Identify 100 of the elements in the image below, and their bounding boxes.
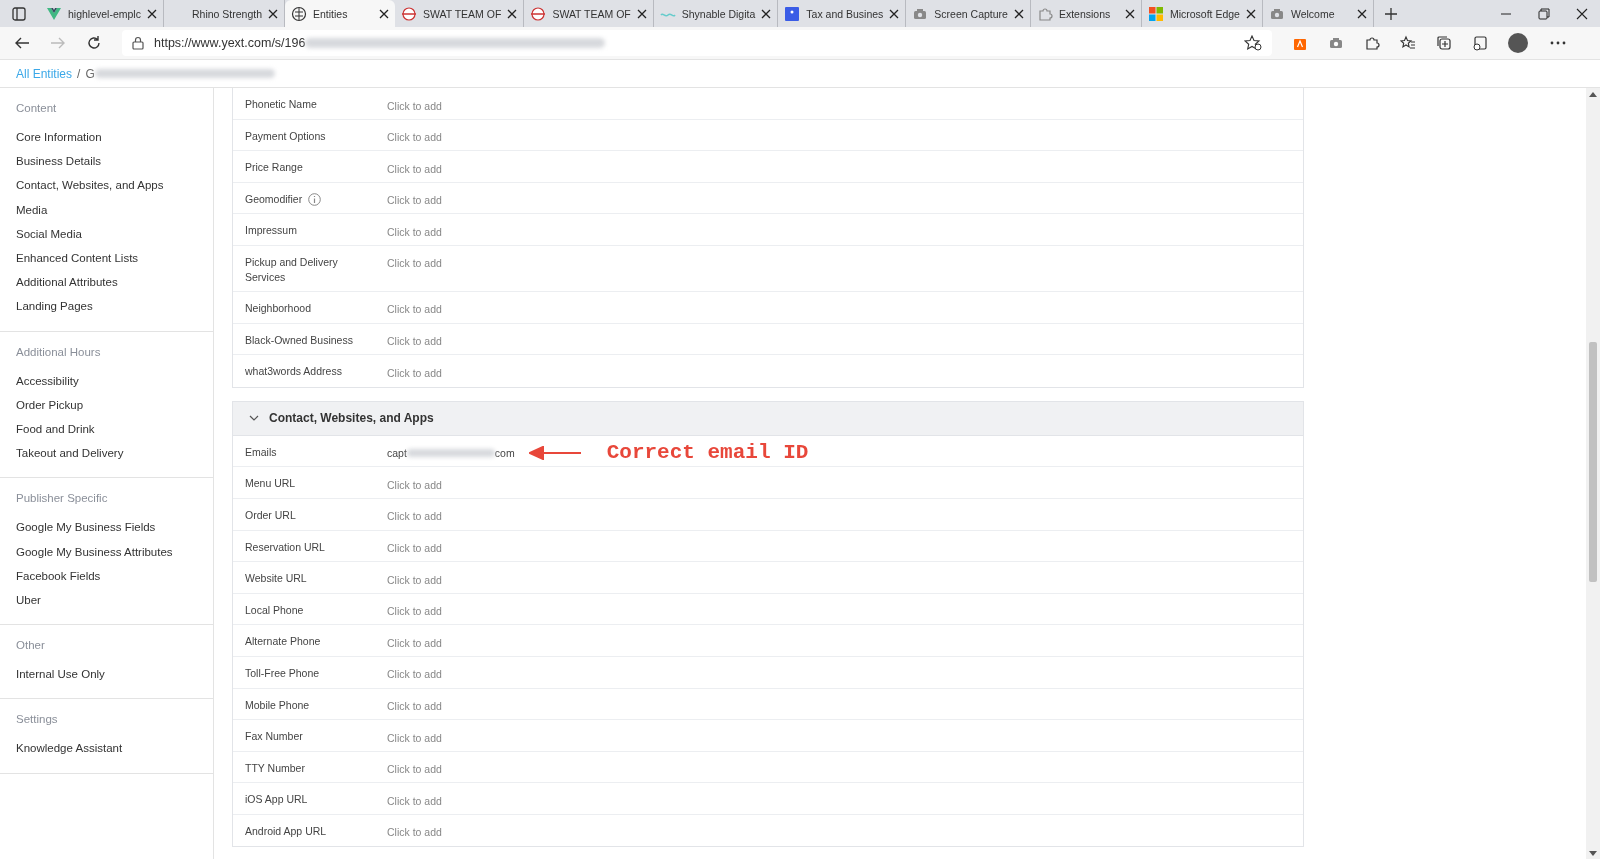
field-label: Mobile Phone <box>245 697 310 713</box>
sidebar-item[interactable]: Additional Attributes <box>16 270 213 295</box>
tab-title: Shynable Digita <box>681 7 756 20</box>
sidebar-item[interactable]: Internal Use Only <box>16 662 213 687</box>
field-value[interactable]: Click to add <box>387 700 442 712</box>
field-label: Alternate Phone <box>245 634 321 650</box>
tab-title: SWAT TEAM OF <box>423 7 502 20</box>
sidebar-item[interactable]: Google My Business Fields <box>16 515 213 540</box>
puzzle-icon[interactable] <box>1364 35 1380 51</box>
scroll-up-icon[interactable] <box>1589 92 1597 97</box>
back-icon[interactable] <box>14 35 30 51</box>
sidebar-item[interactable]: Social Media <box>16 221 213 246</box>
field-value[interactable]: Click to add <box>387 257 442 270</box>
field-value[interactable]: Click to add <box>387 99 442 112</box>
avatar[interactable] <box>1508 33 1528 53</box>
sidebar-item[interactable]: Facebook Fields <box>16 563 213 589</box>
field-value[interactable]: Click to add <box>387 605 442 618</box>
section-header[interactable]: Contact, Websites, and Apps <box>233 401 1303 436</box>
scrollbar[interactable] <box>1586 88 1600 859</box>
puzzle-icon <box>1036 5 1053 22</box>
field-value[interactable]: Click to add <box>387 162 442 175</box>
sidebar-item[interactable]: Media <box>16 197 213 222</box>
close-icon[interactable] <box>889 8 900 19</box>
field-value[interactable]: Click to add <box>387 194 442 207</box>
url-text: https://www.yext.com/s/196 <box>154 36 306 50</box>
sidebar-item[interactable]: Business Details <box>16 149 213 174</box>
favorite-add-icon[interactable] <box>1244 35 1262 51</box>
field-value[interactable]: Click to add <box>387 478 442 491</box>
field-value[interactable]: Click to add <box>387 335 442 348</box>
sidebar-item[interactable]: Order Pickup <box>16 392 213 418</box>
collections-icon[interactable] <box>1436 35 1452 51</box>
field-value[interactable]: Click to add <box>387 131 442 144</box>
new-tab-icon[interactable] <box>1383 6 1398 21</box>
tab-actions-icon[interactable] <box>12 6 26 21</box>
close-icon[interactable] <box>1245 8 1256 19</box>
field-label: Order URL <box>245 507 296 523</box>
browser-tab[interactable]: Entities <box>285 0 395 27</box>
close-icon[interactable] <box>268 8 278 19</box>
sidebar-item[interactable]: Enhanced Content Lists <box>16 246 213 271</box>
field-label: Neighborhood <box>245 300 311 316</box>
field-value[interactable]: Click to add <box>387 573 442 586</box>
scrollbar-thumb[interactable] <box>1589 342 1597 582</box>
sidebar-item[interactable]: Knowledge Assistant <box>16 736 213 761</box>
circle-logo-icon <box>530 5 547 22</box>
field-value[interactable]: com <box>494 447 515 460</box>
share-icon[interactable] <box>1472 35 1488 51</box>
tab-title: Extensions <box>1058 7 1112 20</box>
field-value[interactable]: Click to add <box>387 542 442 555</box>
sidebar-item[interactable]: Contact, Websites, and Apps <box>16 173 213 198</box>
camera-icon[interactable] <box>1328 35 1344 51</box>
sidebar-item[interactable]: Uber <box>16 588 213 613</box>
more-icon[interactable] <box>1550 41 1566 45</box>
close-icon[interactable] <box>1356 8 1367 19</box>
close-icon[interactable] <box>507 8 518 19</box>
field-label: Payment Options <box>245 128 326 144</box>
field-label: Price Range <box>245 160 303 176</box>
close-icon[interactable] <box>1124 8 1135 19</box>
field-value[interactable]: Click to add <box>387 303 442 316</box>
sidebar-item[interactable]: Food and Drink <box>16 417 213 442</box>
field-label: Toll-Free Phone <box>245 665 320 681</box>
circle-logo-icon <box>401 5 417 22</box>
tab-title: Rhino Strength <box>191 7 262 20</box>
chevron-icon <box>249 415 259 422</box>
field-label: Reservation URL <box>245 539 325 555</box>
field-value[interactable]: Click to add <box>387 225 442 238</box>
field-value[interactable]: Click to add <box>387 826 442 839</box>
scroll-down-icon[interactable] <box>1589 851 1597 856</box>
sidebar-item[interactable]: Accessibility <box>16 368 213 393</box>
field-value[interactable]: Click to add <box>387 731 442 744</box>
close-icon[interactable] <box>761 8 772 19</box>
tab-title: Microsoft Edge <box>1169 7 1240 20</box>
close-icon[interactable] <box>1576 7 1588 20</box>
field-value[interactable]: capt <box>387 447 407 460</box>
address-bar[interactable]: https://www.yext.com/s/196 <box>122 30 1272 56</box>
field-value[interactable]: Click to add <box>387 794 442 807</box>
tab-title: Welcome <box>1290 7 1336 20</box>
sidebar-item[interactable]: Google My Business Attributes <box>16 539 213 564</box>
close-icon[interactable] <box>146 8 157 19</box>
sidebar-item[interactable]: Landing Pages <box>16 294 213 319</box>
field-label: Android App URL <box>245 823 327 839</box>
sidebar-heading: Content <box>16 102 58 114</box>
field-label: TTY Number <box>245 760 305 776</box>
field-label: what3words Address <box>245 364 342 380</box>
info-icon[interactable] <box>308 192 322 206</box>
close-icon[interactable] <box>379 8 389 19</box>
restore-icon[interactable] <box>1538 7 1550 20</box>
favorites-icon[interactable] <box>1400 35 1416 51</box>
field-value[interactable]: Click to add <box>387 763 442 776</box>
app-icon <box>784 5 801 22</box>
field-value[interactable]: Click to add <box>387 366 442 379</box>
field-value[interactable]: Click to add <box>387 510 442 523</box>
sidebar-item[interactable]: Takeout and Delivery <box>16 441 213 466</box>
field-label: Pickup and Delivery Services <box>245 254 339 285</box>
close-icon[interactable] <box>1013 8 1024 19</box>
breadcrumb-current: G <box>85 66 95 81</box>
sidebar-item[interactable]: Core Information <box>16 125 213 150</box>
field-value[interactable]: Click to add <box>387 668 442 681</box>
close-icon[interactable] <box>636 8 647 19</box>
field-value[interactable]: Click to add <box>387 636 442 649</box>
refresh-icon[interactable] <box>86 35 102 51</box>
